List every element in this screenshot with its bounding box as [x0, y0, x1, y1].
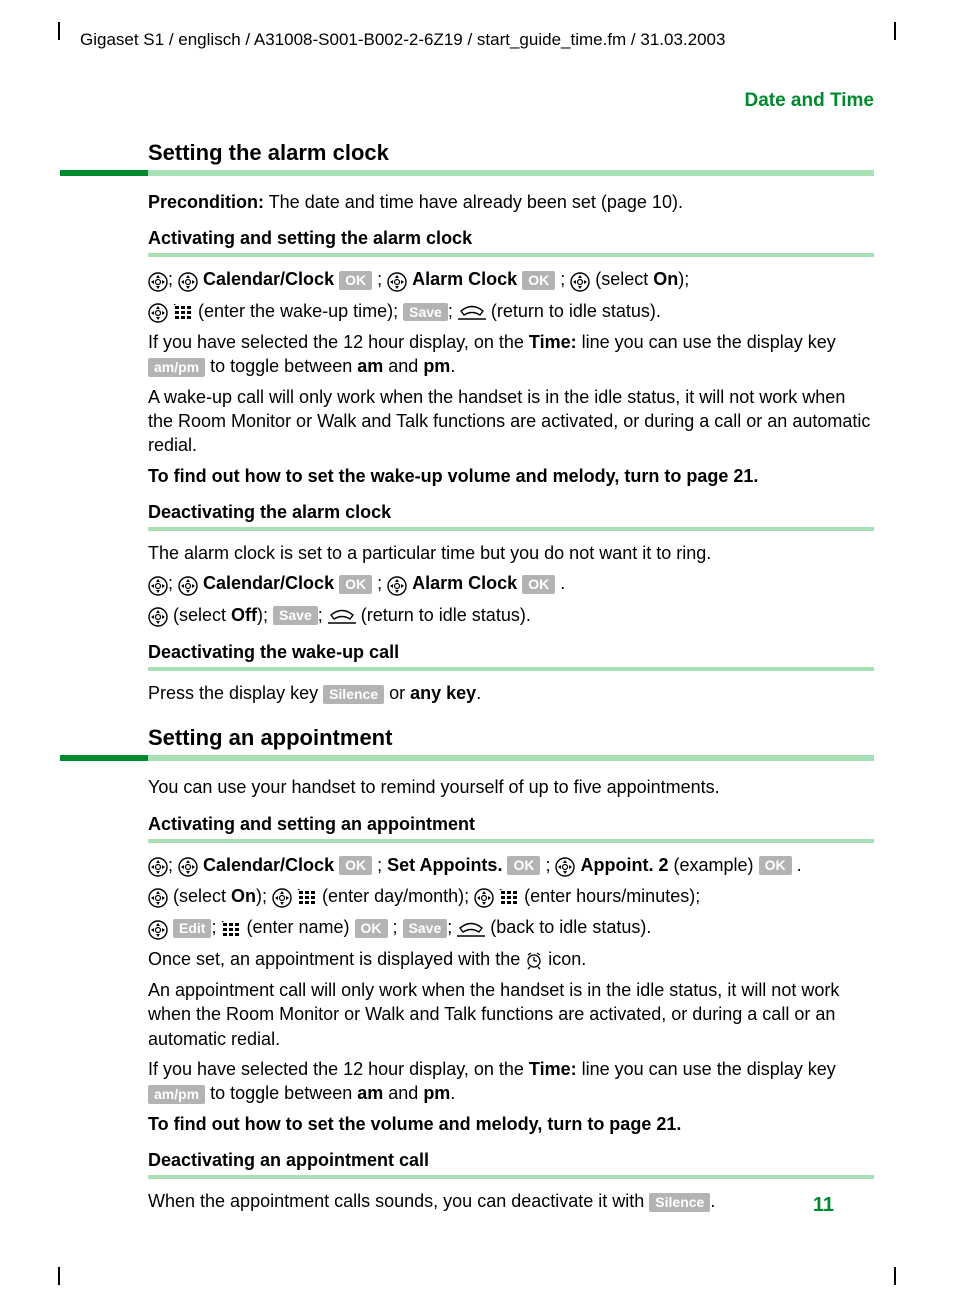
save-key: Save [403, 919, 448, 938]
deact-intro: The alarm clock is set to a particular t… [148, 541, 874, 565]
appt-step-3: Edit; (enter name) OK ; Save; (back to i… [148, 915, 874, 940]
nav-icon [555, 854, 575, 878]
nav-icon [474, 885, 494, 909]
activating-step-2: (enter the wake-up time); Save; (return … [148, 299, 874, 324]
nav-icon [148, 268, 168, 292]
wakeup-note: A wake-up call will only work when the h… [148, 385, 874, 458]
keypad-icon [297, 885, 317, 909]
deact-wakeup-line: Press the display key Silence or any key… [148, 681, 874, 705]
alarm-icon [525, 948, 543, 972]
nav-icon [272, 885, 292, 909]
deact-step-2: (select Off); Save; (return to idle stat… [148, 603, 874, 628]
ok-key: OK [507, 856, 540, 875]
silence-key: Silence [323, 685, 384, 704]
ok-key: OK [339, 856, 372, 875]
calendar-clock-label: Calendar/Clock [203, 269, 334, 289]
activating-step-1: ; Calendar/Clock OK ; Alarm Clock OK ; (… [148, 267, 874, 292]
nav-icon [178, 268, 198, 292]
appointment-intro: You can use your handset to remind yours… [148, 775, 874, 799]
heading-setting-alarm: Setting the alarm clock [148, 140, 874, 166]
activating-12h-note: If you have selected the 12 hour display… [148, 330, 874, 379]
ok-key: OK [339, 575, 372, 594]
appt-deact-line: When the appointment calls sounds, you c… [148, 1189, 874, 1213]
hangup-icon [458, 300, 486, 324]
appt-step-1: ; Calendar/Clock OK ; Set Appoints. OK ;… [148, 853, 874, 878]
appt-once-set: Once set, an appointment is displayed wi… [148, 947, 874, 972]
ok-key: OK [355, 919, 388, 938]
heading-activating-alarm: Activating and setting the alarm clock [148, 228, 874, 249]
keypad-icon [499, 885, 519, 909]
keypad-icon [221, 916, 241, 940]
hangup-icon [457, 916, 485, 940]
save-key: Save [403, 303, 448, 322]
appt-note: An appointment call will only work when … [148, 978, 874, 1051]
header-path: Gigaset S1 / englisch / A31008-S001-B002… [80, 30, 874, 50]
hangup-icon [328, 604, 356, 628]
heading-setting-appointment: Setting an appointment [148, 725, 874, 751]
precondition-line: Precondition: The date and time have alr… [148, 190, 874, 214]
nav-icon [570, 268, 590, 292]
precondition-label: Precondition: [148, 192, 264, 212]
deact-step-1: ; Calendar/Clock OK ; Alarm Clock OK . [148, 571, 874, 596]
heading-activating-appointment: Activating and setting an appointment [148, 814, 874, 835]
page-number: 11 [813, 1194, 834, 1217]
nav-icon [148, 885, 168, 909]
nav-icon [387, 268, 407, 292]
ok-key: OK [522, 575, 555, 594]
ok-key: OK [759, 856, 792, 875]
silence-key: Silence [649, 1193, 710, 1212]
nav-icon [148, 604, 168, 628]
nav-icon [387, 572, 407, 596]
ampm-key: am/pm [148, 358, 205, 377]
nav-icon [148, 572, 168, 596]
nav-icon [178, 572, 198, 596]
nav-icon [178, 854, 198, 878]
nav-icon [148, 300, 168, 324]
findout-wakeup: To find out how to set the wake-up volum… [148, 464, 874, 488]
section-label: Date and Time [80, 90, 874, 112]
nav-icon [148, 916, 168, 940]
edit-key: Edit [173, 919, 211, 938]
nav-icon [148, 854, 168, 878]
appt-12h-note: If you have selected the 12 hour display… [148, 1057, 874, 1106]
heading-deactivating-appointment: Deactivating an appointment call [148, 1150, 874, 1171]
keypad-icon [173, 300, 193, 324]
appt-step-2: (select On); (enter day/month); (enter h… [148, 884, 874, 909]
ok-key: OK [522, 271, 555, 290]
ampm-key: am/pm [148, 1085, 205, 1104]
ok-key: OK [339, 271, 372, 290]
save-key: Save [273, 606, 318, 625]
alarm-clock-label: Alarm Clock [412, 269, 517, 289]
heading-deactivating-wakeup: Deactivating the wake-up call [148, 642, 874, 663]
findout-appt: To find out how to set the volume and me… [148, 1112, 874, 1136]
heading-deactivating-alarm: Deactivating the alarm clock [148, 502, 874, 523]
